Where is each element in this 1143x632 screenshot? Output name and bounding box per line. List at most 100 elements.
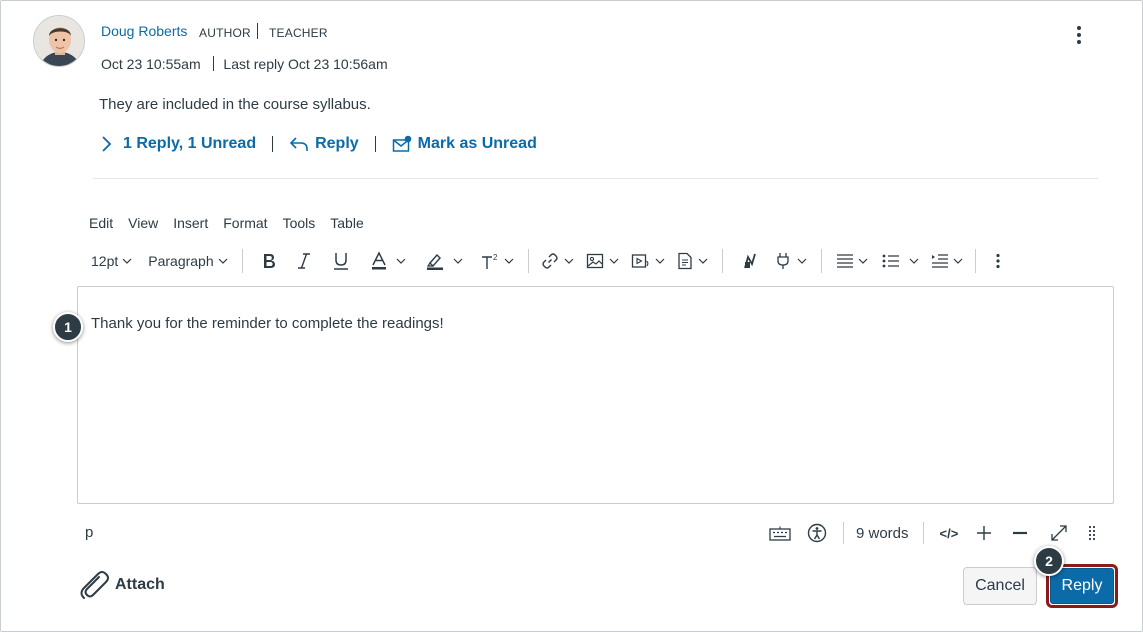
chevron-down-icon — [504, 258, 514, 264]
editor-menubar: Edit View Insert Format Tools Table — [89, 215, 379, 231]
reply-link[interactable]: Reply — [289, 135, 359, 153]
plugin-icon — [776, 253, 789, 269]
attach-button[interactable]: Attach — [77, 569, 165, 601]
discussion-reply-panel: Doug Roberts AUTHOR TEACHER Oct 23 10:55… — [0, 0, 1143, 632]
chevron-down-icon — [909, 258, 919, 264]
editor-statusbar: 9 words </> — [769, 519, 1096, 547]
avatar[interactable] — [33, 15, 85, 67]
statusbar-divider — [922, 522, 924, 544]
mark-unread-button[interactable]: Mark as Unread — [392, 135, 537, 153]
reply-submit-button[interactable]: Reply — [1050, 568, 1114, 604]
toolbar-divider — [241, 249, 243, 273]
chevron-down-icon — [122, 258, 132, 264]
word-count[interactable]: 9 words — [856, 525, 909, 542]
bold-button[interactable] — [261, 247, 277, 275]
toolbar-divider — [721, 249, 723, 273]
more-toolbar-button[interactable] — [996, 247, 1000, 275]
editor-toolbar: 12pt Paragraph 2 — [85, 247, 1000, 275]
more-vertical-icon — [996, 253, 1000, 269]
align-icon — [836, 254, 853, 268]
media-icon — [631, 254, 649, 268]
paperclip-icon — [80, 571, 109, 599]
accessibility-icon — [807, 523, 827, 543]
post-timestamp: Oct 23 10:55am Last reply Oct 23 10:56am — [101, 56, 388, 72]
toolbar-divider — [527, 249, 529, 273]
chevron-down-icon — [953, 258, 963, 264]
chevron-down-icon — [453, 258, 463, 264]
highlight-button[interactable] — [426, 247, 463, 275]
action-divider — [272, 136, 274, 152]
link-icon — [541, 253, 558, 269]
cancel-button[interactable]: Cancel — [963, 567, 1037, 605]
menu-edit[interactable]: Edit — [89, 215, 113, 231]
mail-unread-icon — [392, 135, 411, 152]
element-path[interactable]: p — [85, 524, 93, 541]
italic-button[interactable] — [297, 247, 311, 275]
chevron-down-icon — [858, 258, 868, 264]
underline-button[interactable] — [333, 247, 349, 275]
zoom-in-button[interactable] — [976, 519, 992, 547]
image-button[interactable] — [586, 247, 619, 275]
teacher-role-badge: TEACHER — [269, 26, 328, 40]
menu-insert[interactable]: Insert — [173, 215, 208, 231]
bold-icon — [263, 254, 275, 268]
bullet-list-button[interactable] — [882, 247, 919, 275]
step-callout-1: 1 — [53, 312, 83, 342]
reply-link-label: Reply — [315, 135, 359, 152]
kebab-menu-icon[interactable] — [1071, 23, 1087, 47]
menu-table[interactable]: Table — [330, 215, 363, 231]
resize-handle[interactable] — [1088, 519, 1096, 547]
keyboard-shortcuts-button[interactable] — [769, 519, 791, 547]
chevron-down-icon — [218, 258, 228, 264]
menu-tools[interactable]: Tools — [283, 215, 316, 231]
plus-icon — [977, 526, 992, 540]
equation-button[interactable] — [743, 247, 757, 275]
role-divider — [257, 23, 258, 39]
media-button[interactable] — [631, 247, 665, 275]
accessibility-checker-button[interactable] — [807, 519, 827, 547]
keyboard-icon — [769, 526, 791, 541]
expand-replies-button[interactable]: 1 Reply, 1 Unread — [99, 135, 256, 153]
highlight-icon — [426, 253, 443, 270]
indent-button[interactable] — [931, 247, 963, 275]
font-size-value: 12pt — [91, 253, 119, 269]
chevron-down-icon — [564, 258, 574, 264]
block-format-select[interactable]: Paragraph — [148, 247, 228, 275]
author-name[interactable]: Doug Roberts — [101, 23, 187, 39]
fullscreen-button[interactable] — [1050, 519, 1068, 547]
rich-text-editor[interactable]: Thank you for the reminder to complete t… — [77, 286, 1114, 504]
document-icon — [677, 252, 692, 270]
editor-content[interactable]: Thank you for the reminder to complete t… — [91, 315, 444, 332]
italic-icon — [297, 253, 310, 269]
svg-text:2: 2 — [493, 253, 498, 262]
block-format-value: Paragraph — [148, 253, 214, 269]
statusbar-divider — [843, 522, 844, 544]
html-editor-toggle[interactable]: </> — [940, 526, 959, 541]
align-button[interactable] — [836, 247, 868, 275]
menu-format[interactable]: Format — [223, 215, 267, 231]
step-callout-2: 2 — [1034, 546, 1064, 576]
chevron-down-icon — [655, 258, 665, 264]
chevron-down-icon — [698, 258, 708, 264]
equation-icon — [743, 253, 756, 269]
post-date: Oct 23 10:55am — [101, 56, 201, 72]
document-button[interactable] — [677, 247, 708, 275]
menu-view[interactable]: View — [128, 215, 158, 231]
text-color-button[interactable] — [371, 247, 406, 275]
fullscreen-icon — [1051, 525, 1067, 541]
text-color-icon — [371, 251, 386, 270]
mark-unread-label: Mark as Unread — [417, 135, 537, 152]
link-button[interactable] — [541, 247, 574, 275]
toolbar-divider — [820, 249, 822, 273]
font-size-select[interactable]: 12pt — [91, 247, 132, 275]
bullet-list-icon — [882, 254, 899, 268]
indent-icon — [931, 254, 948, 268]
chevron-down-icon — [797, 258, 807, 264]
minus-icon — [1013, 531, 1028, 535]
superscript-button[interactable]: 2 — [481, 247, 514, 275]
zoom-out-button[interactable] — [1012, 519, 1028, 547]
post-actions: 1 Reply, 1 Unread Reply Mark as Unread — [99, 131, 537, 157]
resize-grip-icon — [1089, 525, 1096, 541]
apps-plugin-button[interactable] — [775, 247, 807, 275]
last-reply-date: Last reply Oct 23 10:56am — [223, 56, 388, 72]
